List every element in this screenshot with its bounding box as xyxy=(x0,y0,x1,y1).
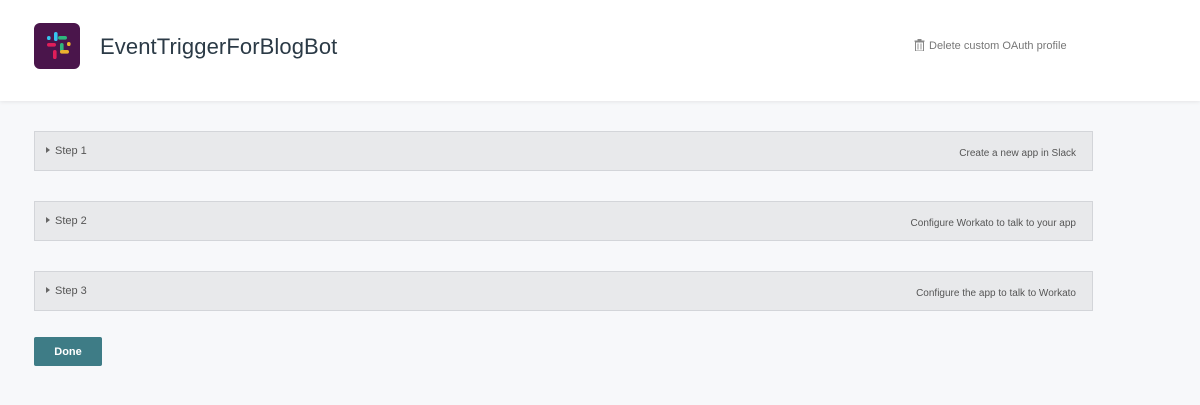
done-button[interactable]: Done xyxy=(34,337,102,366)
page-title: EventTriggerForBlogBot xyxy=(100,34,338,59)
step-description: Configure the app to talk to Workato xyxy=(916,288,1076,299)
step-1-panel[interactable]: Step 1 Create a new app in Slack xyxy=(34,131,1093,171)
caret-right-icon xyxy=(46,287,50,293)
page-header: EventTriggerForBlogBot Delete custom OAu… xyxy=(0,0,1200,101)
step-label: Step 3 xyxy=(55,285,87,297)
caret-right-icon xyxy=(46,217,50,223)
slack-logo-icon xyxy=(34,23,80,69)
step-label: Step 2 xyxy=(55,215,87,227)
caret-right-icon xyxy=(46,147,50,153)
step-3-panel[interactable]: Step 3 Configure the app to talk to Work… xyxy=(34,271,1093,311)
step-description: Configure Workato to talk to your app xyxy=(910,218,1076,229)
trash-icon xyxy=(914,39,925,51)
step-description: Create a new app in Slack xyxy=(959,148,1076,159)
delete-oauth-profile-link[interactable]: Delete custom OAuth profile xyxy=(914,38,1067,54)
step-2-panel[interactable]: Step 2 Configure Workato to talk to your… xyxy=(34,201,1093,241)
delete-oauth-profile-label: Delete custom OAuth profile xyxy=(929,40,1067,52)
step-label: Step 1 xyxy=(55,145,87,157)
